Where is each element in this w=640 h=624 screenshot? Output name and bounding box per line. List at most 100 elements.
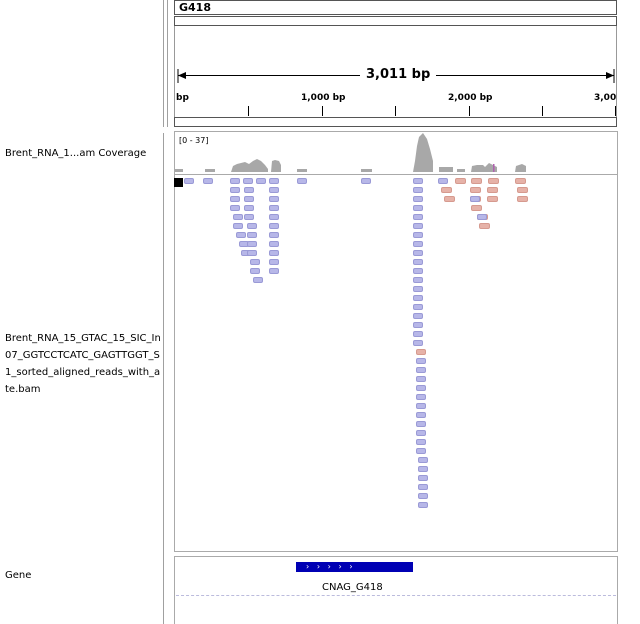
aligned-read[interactable] bbox=[247, 223, 257, 229]
aligned-read[interactable] bbox=[413, 241, 423, 247]
aligned-read[interactable] bbox=[470, 196, 480, 202]
aligned-read[interactable] bbox=[244, 214, 254, 220]
aligned-read[interactable] bbox=[455, 178, 466, 184]
aligned-read[interactable] bbox=[269, 214, 279, 220]
aligned-read[interactable] bbox=[250, 259, 260, 265]
alignment-track[interactable] bbox=[174, 174, 618, 552]
alignment-track-name-line[interactable]: Brent_RNA_15_GTAC_15_SIC_In bbox=[5, 330, 161, 348]
aligned-read[interactable] bbox=[413, 268, 423, 274]
aligned-read[interactable] bbox=[471, 205, 482, 211]
alignment-track-name-line[interactable]: 1_sorted_aligned_reads_with_an bbox=[5, 364, 161, 382]
aligned-read[interactable] bbox=[517, 187, 528, 193]
coverage-track-name[interactable]: Brent_RNA_1...am Coverage bbox=[5, 145, 161, 163]
aligned-read[interactable] bbox=[416, 394, 426, 400]
aligned-read[interactable] bbox=[418, 502, 428, 508]
aligned-read[interactable] bbox=[471, 178, 482, 184]
aligned-read[interactable] bbox=[416, 430, 426, 436]
aligned-read[interactable] bbox=[269, 241, 279, 247]
aligned-read[interactable] bbox=[418, 457, 428, 463]
aligned-read[interactable] bbox=[416, 439, 426, 445]
aligned-read[interactable] bbox=[247, 241, 257, 247]
aligned-read[interactable] bbox=[269, 250, 279, 256]
aligned-read[interactable] bbox=[244, 205, 254, 211]
aligned-read[interactable] bbox=[416, 367, 426, 373]
read-block[interactable] bbox=[174, 178, 183, 187]
aligned-read[interactable] bbox=[416, 403, 426, 409]
aligned-read[interactable] bbox=[413, 196, 423, 202]
aligned-read[interactable] bbox=[444, 196, 455, 202]
aligned-read[interactable] bbox=[269, 223, 279, 229]
aligned-read[interactable] bbox=[250, 268, 260, 274]
aligned-read[interactable] bbox=[361, 178, 371, 184]
aligned-read[interactable] bbox=[233, 214, 243, 220]
aligned-read[interactable] bbox=[230, 178, 240, 184]
chromosome-ideogram[interactable] bbox=[174, 16, 617, 26]
aligned-read[interactable] bbox=[413, 277, 423, 283]
aligned-read[interactable] bbox=[230, 205, 240, 211]
aligned-read[interactable] bbox=[416, 376, 426, 382]
aligned-read[interactable] bbox=[413, 286, 423, 292]
aligned-read[interactable] bbox=[269, 205, 279, 211]
aligned-read[interactable] bbox=[413, 214, 423, 220]
aligned-read[interactable] bbox=[413, 322, 423, 328]
aligned-read[interactable] bbox=[416, 358, 426, 364]
aligned-read[interactable] bbox=[233, 223, 243, 229]
aligned-read[interactable] bbox=[236, 232, 246, 238]
coverage-histogram[interactable] bbox=[175, 131, 617, 173]
aligned-read[interactable] bbox=[479, 223, 490, 229]
aligned-read[interactable] bbox=[184, 178, 194, 184]
aligned-read[interactable] bbox=[413, 232, 423, 238]
aligned-read[interactable] bbox=[515, 178, 526, 184]
aligned-read[interactable] bbox=[416, 349, 426, 355]
aligned-read[interactable] bbox=[413, 295, 423, 301]
aligned-read[interactable] bbox=[488, 178, 499, 184]
gene-feature[interactable]: › › › › › bbox=[296, 562, 413, 572]
aligned-read[interactable] bbox=[487, 187, 498, 193]
alignment-track-name-line[interactable]: 07_GGTCCTCATC_GAGTTGGT_S bbox=[5, 347, 161, 365]
aligned-read[interactable] bbox=[438, 178, 448, 184]
aligned-read[interactable] bbox=[413, 205, 423, 211]
aligned-read[interactable] bbox=[487, 196, 498, 202]
aligned-read[interactable] bbox=[416, 448, 426, 454]
aligned-read[interactable] bbox=[244, 196, 254, 202]
aligned-read[interactable] bbox=[517, 196, 528, 202]
aligned-read[interactable] bbox=[253, 277, 263, 283]
aligned-read[interactable] bbox=[203, 178, 213, 184]
aligned-read[interactable] bbox=[247, 250, 257, 256]
aligned-read[interactable] bbox=[269, 187, 279, 193]
aligned-read[interactable] bbox=[247, 232, 257, 238]
aligned-read[interactable] bbox=[413, 187, 423, 193]
aligned-read[interactable] bbox=[418, 475, 428, 481]
aligned-read[interactable] bbox=[256, 178, 266, 184]
aligned-read[interactable] bbox=[413, 313, 423, 319]
aligned-read[interactable] bbox=[416, 421, 426, 427]
aligned-read[interactable] bbox=[269, 268, 279, 274]
aligned-read[interactable] bbox=[297, 178, 307, 184]
chromosome-label[interactable]: G418 bbox=[174, 0, 617, 15]
aligned-read[interactable] bbox=[269, 178, 279, 184]
aligned-read[interactable] bbox=[413, 340, 423, 346]
aligned-read[interactable] bbox=[413, 223, 423, 229]
aligned-read[interactable] bbox=[269, 232, 279, 238]
aligned-read[interactable] bbox=[470, 187, 481, 193]
aligned-read[interactable] bbox=[416, 412, 426, 418]
aligned-read[interactable] bbox=[477, 214, 487, 220]
alignment-track-name-line[interactable]: te.bam bbox=[5, 381, 161, 399]
aligned-read[interactable] bbox=[243, 178, 253, 184]
aligned-read[interactable] bbox=[230, 187, 240, 193]
aligned-read[interactable] bbox=[413, 250, 423, 256]
aligned-read[interactable] bbox=[413, 304, 423, 310]
aligned-read[interactable] bbox=[413, 331, 423, 337]
aligned-read[interactable] bbox=[269, 196, 279, 202]
gene-track-name[interactable]: Gene bbox=[5, 567, 161, 585]
aligned-read[interactable] bbox=[413, 178, 423, 184]
aligned-read[interactable] bbox=[230, 196, 240, 202]
aligned-read[interactable] bbox=[413, 259, 423, 265]
aligned-read[interactable] bbox=[441, 187, 452, 193]
aligned-read[interactable] bbox=[418, 466, 428, 472]
aligned-read[interactable] bbox=[244, 187, 254, 193]
aligned-read[interactable] bbox=[418, 493, 428, 499]
aligned-read[interactable] bbox=[269, 259, 279, 265]
aligned-read[interactable] bbox=[416, 385, 426, 391]
aligned-read[interactable] bbox=[418, 484, 428, 490]
